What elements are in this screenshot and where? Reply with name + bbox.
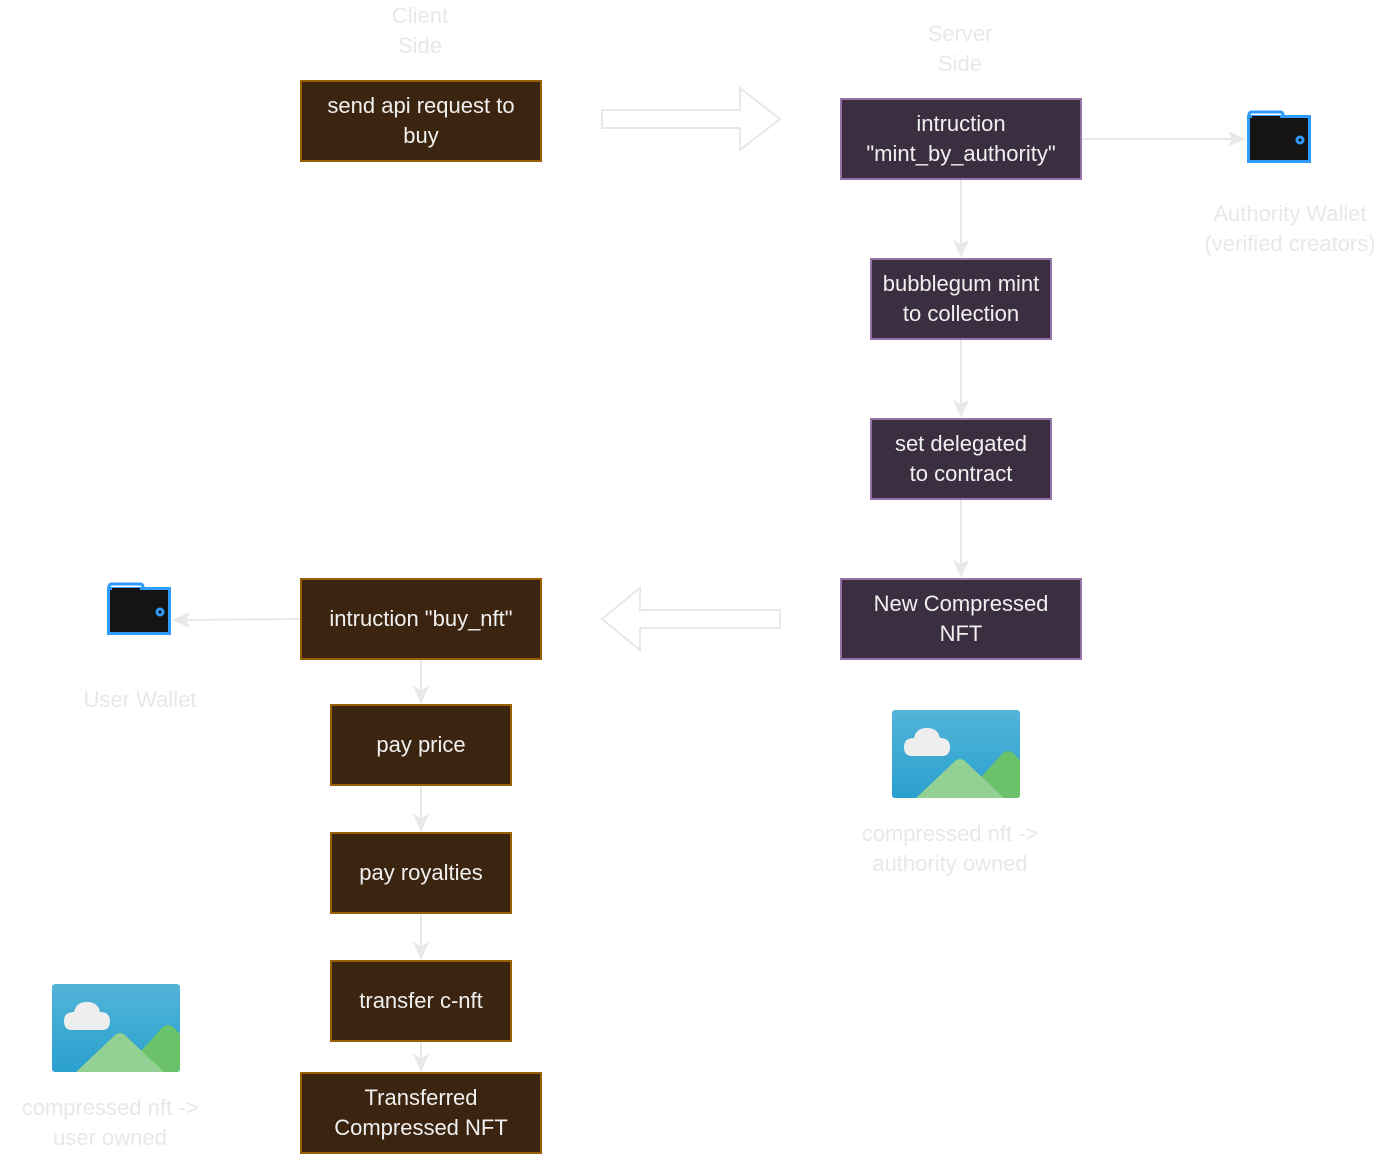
edge-mint-to-authority-wallet bbox=[1082, 131, 1246, 147]
authority-owned-nft-image[interactable] bbox=[892, 710, 1020, 798]
server-side-label: Server Side bbox=[927, 21, 993, 76]
send-api-request-node[interactable]: send api request to buy bbox=[300, 80, 542, 162]
authority-wallet-caption: Authority Wallet (verified creators) bbox=[1204, 201, 1376, 256]
pay-price-node[interactable]: pay price bbox=[330, 704, 512, 786]
new-compressed-nft-node[interactable]: New Compressed NFT bbox=[840, 578, 1082, 660]
authority-wallet[interactable] bbox=[1246, 110, 1312, 164]
set-delegated-node[interactable]: set delegated to contract bbox=[870, 418, 1052, 500]
transfer-cnft-node[interactable]: transfer c-nft bbox=[330, 960, 512, 1042]
user-wallet-caption: User Wallet bbox=[83, 687, 197, 712]
authority-owned-nft-caption: compressed nft -> authority owned bbox=[861, 821, 1039, 876]
edge-buy-to-user-wallet bbox=[172, 612, 301, 628]
image-icon bbox=[52, 984, 180, 1072]
wallet-icon bbox=[107, 582, 171, 635]
wallet-icon bbox=[1247, 110, 1311, 163]
bubblegum-mint-node[interactable]: bubblegum mint to collection bbox=[870, 258, 1052, 340]
edge-royalties-to-transfer bbox=[413, 914, 429, 960]
buy-nft-instruction-node[interactable]: intruction "buy_nft" bbox=[300, 578, 542, 660]
edge-pay-price-to-royalties bbox=[413, 786, 429, 832]
user-owned-nft-image[interactable] bbox=[52, 984, 180, 1072]
mint-by-authority-node[interactable]: intruction "mint_by_authority" bbox=[840, 98, 1082, 180]
diagram-edges bbox=[172, 85, 1246, 1072]
edge-bubblegum-to-delegated bbox=[953, 340, 969, 418]
flow-diagram: Client Side Server Side send api request… bbox=[0, 0, 1400, 1154]
edge-transfer-to-transferred bbox=[413, 1042, 429, 1072]
server-to-client-arrow bbox=[600, 585, 781, 653]
edge-mint-to-bubblegum bbox=[953, 180, 969, 258]
request-to-server-arrow bbox=[601, 85, 782, 153]
user-owned-nft-caption: compressed nft -> user owned bbox=[21, 1095, 199, 1150]
transferred-cnft-node[interactable]: Transferred Compressed NFT bbox=[300, 1072, 542, 1154]
client-side-label: Client Side bbox=[391, 3, 449, 58]
image-icon bbox=[892, 710, 1020, 798]
pay-royalties-node[interactable]: pay royalties bbox=[330, 832, 512, 914]
edge-buy-to-pay-price bbox=[413, 660, 429, 704]
user-wallet[interactable] bbox=[106, 582, 172, 636]
edge-delegated-to-new-cnft bbox=[953, 500, 969, 578]
